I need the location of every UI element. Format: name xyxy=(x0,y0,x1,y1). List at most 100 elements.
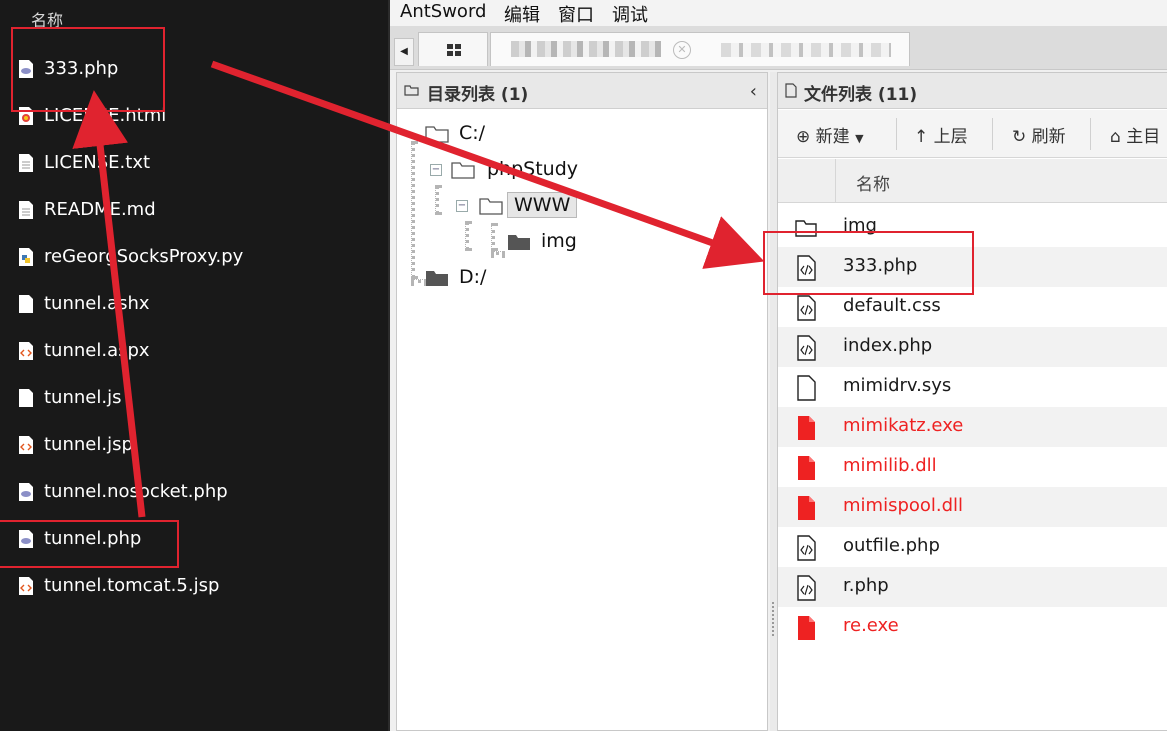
tree-node-d[interactable]: D:/ xyxy=(425,265,525,293)
code-file-icon xyxy=(19,577,33,595)
explorer-file-row[interactable]: tunnel.nosocket.php xyxy=(0,469,390,513)
file-row[interactable]: mimikatz.exe xyxy=(778,407,1167,447)
tree-node-phpstudy[interactable]: phpStudy xyxy=(451,157,611,185)
up-level-button[interactable]: ↑ 上层 xyxy=(914,122,968,147)
name-column-header[interactable]: 名称 xyxy=(856,170,890,195)
php-file-icon xyxy=(19,483,33,501)
tree-node-label: phpStudy xyxy=(487,158,579,180)
tree-node-www[interactable]: WWW xyxy=(479,192,589,221)
red-file-icon xyxy=(798,616,815,640)
menu-window[interactable]: 窗口 xyxy=(558,1,594,27)
tree-node-label: img xyxy=(541,230,577,252)
new-button[interactable]: ⊕ 新建 ▼ xyxy=(796,122,864,147)
tab-scroll-left-icon[interactable]: ◀ xyxy=(394,38,414,66)
explorer-file-row[interactable]: LICENSE.txt xyxy=(0,140,390,184)
file-row[interactable]: mimilib.dll xyxy=(778,447,1167,487)
home-icon: ⌂ xyxy=(1110,127,1121,147)
home-dir-label: 主目 xyxy=(1126,127,1161,147)
tree-node-label: C:/ xyxy=(459,122,486,144)
folder-closed-icon xyxy=(508,235,530,250)
explorer-file-row[interactable]: tunnel.js xyxy=(0,375,390,419)
explorer-file-name: tunnel.aspx xyxy=(44,340,150,361)
tree-node-img[interactable]: img xyxy=(507,229,607,257)
explorer-file-row[interactable]: reGeorgSocksProxy.py xyxy=(0,234,390,278)
directory-panel: 目录列表 (1) ‹ C:/ − phpStudy − WWW img D:/ xyxy=(396,72,768,731)
tree-node-c[interactable]: C:/ xyxy=(425,121,545,149)
folder-open-icon xyxy=(479,198,503,215)
file-name: default.css xyxy=(843,295,941,316)
explorer-file-row[interactable]: tunnel.ashx xyxy=(0,281,390,325)
file-list-header: 名称 xyxy=(778,159,1167,203)
file-name: mimispool.dll xyxy=(843,495,964,516)
panel-splitter[interactable] xyxy=(770,72,777,731)
tree-guide-line xyxy=(465,221,469,251)
file-row[interactable]: r.php xyxy=(778,567,1167,607)
file-row[interactable]: re.exe xyxy=(778,607,1167,647)
redacted-tab-title xyxy=(511,41,661,57)
python-file-icon xyxy=(19,248,33,266)
toolbar-separator xyxy=(992,118,993,150)
code-file-icon xyxy=(797,295,816,321)
caret-down-icon: ▼ xyxy=(855,132,864,145)
redacted-tab-title xyxy=(721,43,891,57)
icon-column-header[interactable] xyxy=(778,159,836,203)
file-name: outfile.php xyxy=(843,535,940,556)
new-button-label: 新建 xyxy=(815,127,850,147)
red-file-icon xyxy=(798,496,815,520)
grid-icon xyxy=(447,44,461,56)
tab-shell-session[interactable]: ✕ xyxy=(490,32,910,66)
refresh-button[interactable]: ↻ 刷新 xyxy=(1012,122,1066,147)
menu-debug[interactable]: 调试 xyxy=(612,1,648,27)
tree-guide-line xyxy=(435,185,439,215)
file-panel: 文件列表 (11) ⊕ 新建 ▼ ↑ 上层 ↻ 刷新 ⌂ 主目 名称 img 3… xyxy=(777,72,1167,731)
home-dir-button[interactable]: ⌂ 主目 xyxy=(1110,122,1160,147)
file-row[interactable]: mimispool.dll xyxy=(778,487,1167,527)
file-name: mimilib.dll xyxy=(843,455,937,476)
highlight-box-tunnel-php xyxy=(0,520,179,568)
file-panel-title: 文件列表 (11) xyxy=(804,85,918,105)
tab-home[interactable] xyxy=(418,32,488,66)
red-file-icon xyxy=(798,456,815,480)
file-row[interactable]: index.php xyxy=(778,327,1167,367)
file-row[interactable]: mimidrv.sys xyxy=(778,367,1167,407)
plus-circle-icon: ⊕ xyxy=(796,127,811,147)
text-file-icon xyxy=(19,201,33,219)
code-file-icon xyxy=(797,535,816,561)
refresh-label: 刷新 xyxy=(1031,127,1066,147)
folder-closed-icon xyxy=(426,271,448,286)
file-name: mimidrv.sys xyxy=(843,375,952,396)
directory-panel-title: 目录列表 (1) xyxy=(427,85,529,105)
sort-caret-icon[interactable] xyxy=(226,0,242,7)
menu-edit[interactable]: 编辑 xyxy=(504,1,540,27)
explorer-file-name: LICENSE.txt xyxy=(44,152,151,173)
explorer-file-row[interactable]: tunnel.aspx xyxy=(0,328,390,372)
explorer-file-row[interactable]: tunnel.tomcat.5.jsp xyxy=(0,563,390,607)
explorer-file-row[interactable]: README.md xyxy=(0,187,390,231)
code-file-icon xyxy=(797,575,816,601)
menu-bar: AntSword 编辑 窗口 调试 xyxy=(390,0,1167,26)
file-name: mimikatz.exe xyxy=(843,415,964,436)
chevron-left-icon[interactable]: ‹ xyxy=(750,81,757,102)
collapse-toggle-icon[interactable]: − xyxy=(456,200,468,212)
code-file-icon xyxy=(19,342,33,360)
explorer-file-name: tunnel.jsp xyxy=(44,434,133,455)
file-panel-header: 文件列表 (11) xyxy=(778,73,1167,109)
explorer-file-name: tunnel.ashx xyxy=(44,293,150,314)
blank-file-icon xyxy=(797,375,816,401)
text-file-icon xyxy=(19,154,33,172)
red-file-icon xyxy=(798,416,815,440)
collapse-toggle-icon[interactable]: − xyxy=(430,164,442,176)
explorer-file-name: tunnel.js xyxy=(44,387,122,408)
close-icon[interactable]: ✕ xyxy=(673,41,691,59)
blank-file-icon xyxy=(19,295,33,313)
explorer-file-name: tunnel.nosocket.php xyxy=(44,481,228,502)
toolbar-separator xyxy=(896,118,897,150)
menu-antsword[interactable]: AntSword xyxy=(400,1,486,22)
refresh-icon: ↻ xyxy=(1012,127,1027,147)
file-row[interactable]: outfile.php xyxy=(778,527,1167,567)
folder-outline-icon xyxy=(404,85,419,96)
explorer-file-name: README.md xyxy=(44,199,156,220)
explorer-file-row[interactable]: tunnel.jsp xyxy=(0,422,390,466)
toolbar-separator xyxy=(1090,118,1091,150)
tree-guide-line xyxy=(491,251,505,255)
